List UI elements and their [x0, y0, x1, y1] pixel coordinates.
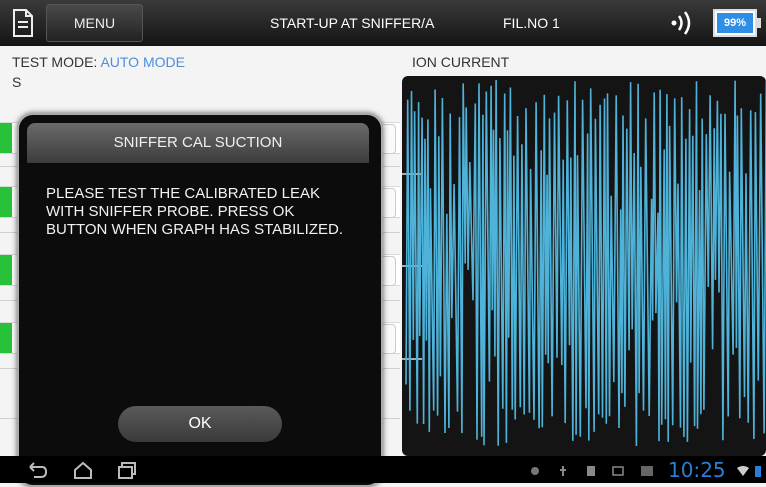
wifi-icon — [736, 464, 749, 476]
test-mode-label: TEST MODE: — [12, 54, 98, 70]
recent-apps-icon[interactable] — [116, 461, 138, 479]
dialog-message: PLEASE TEST THE CALIBRATED LEAK WITH SNI… — [46, 185, 343, 238]
ok-button[interactable]: OK — [118, 406, 282, 442]
status-indicator — [0, 323, 12, 353]
system-nav-bar: 10:25 — [0, 456, 766, 483]
main-area: TEST MODE: AUTO MODE S ION CURRENT SNIFF… — [0, 46, 766, 487]
top-bar: MENU START-UP AT SNIFFER/A FIL.NO 1 99% — [0, 0, 766, 46]
status-indicator — [0, 255, 12, 285]
signal-icon — [668, 10, 696, 36]
status-indicator — [0, 187, 12, 217]
ion-current-plot — [402, 79, 766, 447]
test-mode-value[interactable]: AUTO MODE — [100, 54, 185, 70]
app-status-icon — [529, 464, 541, 476]
battery-nub — [757, 18, 761, 28]
home-icon[interactable] — [72, 461, 94, 479]
sniffer-cal-dialog: SNIFFER CAL SUCTION PLEASE TEST THE CALI… — [17, 113, 383, 487]
back-icon[interactable] — [26, 461, 48, 479]
test-mode: TEST MODE: AUTO MODE — [12, 54, 185, 70]
document-icon[interactable] — [4, 4, 42, 42]
image-icon — [612, 464, 624, 476]
screenshot-icon — [640, 464, 653, 476]
battery-percent: 99% — [723, 17, 747, 29]
ion-current-graph — [402, 76, 766, 456]
clock: 10:25 — [668, 458, 726, 482]
file-icon — [585, 464, 597, 476]
dialog-title: SNIFFER CAL SUCTION — [27, 123, 369, 163]
battery-status-icon — [754, 464, 762, 477]
status-indicator — [0, 123, 12, 153]
ion-current-trace — [405, 79, 766, 447]
usb-icon — [557, 464, 569, 476]
s-label: S — [12, 74, 22, 90]
window-title: START-UP AT SNIFFER/A — [270, 15, 435, 31]
menu-button[interactable]: MENU — [46, 4, 143, 42]
battery-indicator: 99% — [713, 9, 761, 37]
filament-indicator: FIL.NO 1 — [503, 15, 560, 31]
ion-current-label: ION CURRENT — [412, 54, 510, 70]
